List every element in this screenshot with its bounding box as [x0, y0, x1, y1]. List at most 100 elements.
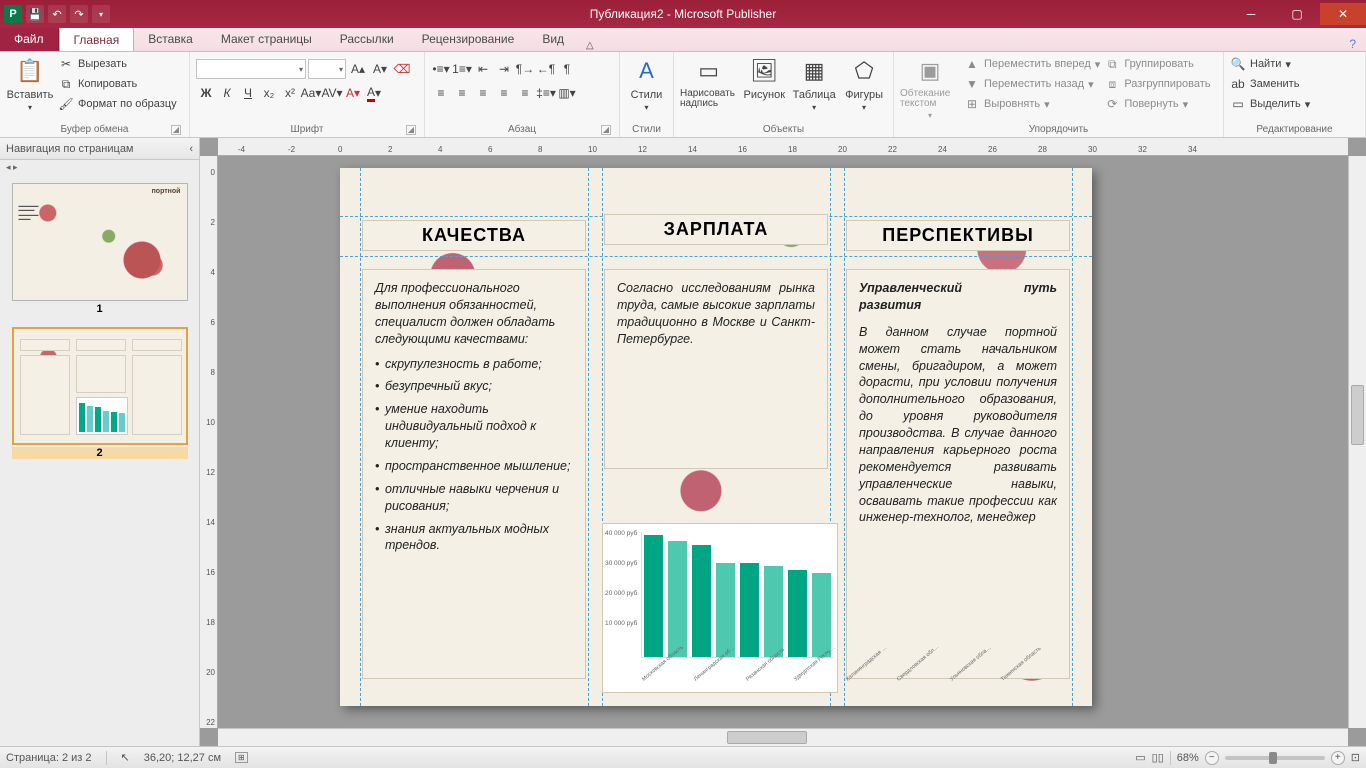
zoom-level[interactable]: 68%: [1177, 752, 1199, 764]
redo-icon[interactable]: ↷: [70, 5, 88, 23]
rtl-button[interactable]: ←¶: [536, 59, 556, 79]
styles-button[interactable]: A Стили▾: [626, 55, 667, 112]
decrease-indent-button[interactable]: ⇤: [473, 59, 493, 79]
format-painter-button[interactable]: 🖌Формат по образцу: [58, 95, 177, 113]
tab-insert[interactable]: Вставка: [134, 27, 207, 51]
send-backward-button[interactable]: ▼Переместить назад ▾: [964, 75, 1100, 93]
wrap-text-button[interactable]: ▣ Обтекание текстом▾: [900, 55, 960, 120]
cursor-icon: ↖: [121, 751, 130, 764]
zoom-out-button[interactable]: −: [1205, 751, 1219, 765]
distribute-button[interactable]: ≡: [515, 83, 535, 103]
column-qualities[interactable]: КАЧЕСТВА Для профессионального выполнени…: [362, 220, 586, 679]
char-spacing-button[interactable]: AV▾: [322, 83, 342, 103]
copy-button[interactable]: ⧉Копировать: [58, 75, 177, 93]
page[interactable]: КАЧЕСТВА Для профессионального выполнени…: [340, 168, 1092, 706]
text-effects-button[interactable]: A▾: [343, 83, 363, 103]
tab-view[interactable]: Вид: [528, 27, 578, 51]
chart-bar: [692, 545, 711, 658]
maximize-button[interactable]: ▢: [1274, 3, 1320, 25]
paragraph-dialog-icon[interactable]: ◢: [601, 125, 611, 135]
column-prospects[interactable]: ПЕРСПЕКТИВЫ Управленческий путь развития…: [846, 220, 1070, 679]
shapes-button[interactable]: ⬠ Фигуры▾: [841, 55, 887, 112]
workspace: Навигация по страницам ‹ ◂ ▸ портной ▬▬▬…: [0, 138, 1366, 746]
change-case-button[interactable]: Aa▾: [301, 83, 321, 103]
tab-page-layout[interactable]: Макет страницы: [207, 27, 326, 51]
line-spacing-button[interactable]: ‡≡▾: [536, 83, 556, 103]
tab-review[interactable]: Рецензирование: [408, 27, 529, 51]
minimize-ribbon-icon[interactable]: △: [578, 40, 602, 51]
font-family-dropdown[interactable]: [196, 59, 306, 79]
rotate-icon: ⟳: [1104, 96, 1120, 112]
subscript-button[interactable]: x₂: [259, 83, 279, 103]
font-color-button[interactable]: A▾: [364, 83, 384, 103]
column-salary[interactable]: ЗАРПЛАТА Согласно исследованиям рынка тр…: [604, 220, 828, 469]
select-button[interactable]: ▭Выделить ▾: [1230, 95, 1310, 113]
underline-button[interactable]: Ч: [238, 83, 258, 103]
scrollbar-horizontal[interactable]: [218, 728, 1348, 746]
view-spread-icon[interactable]: ▯▯: [1152, 751, 1164, 764]
fit-page-icon[interactable]: ⊡: [1351, 751, 1360, 764]
grow-font-button[interactable]: A▴: [348, 59, 368, 79]
ribbon: 📋 Вставить ▾ ✂Вырезать ⧉Копировать 🖌Форм…: [0, 52, 1366, 138]
tab-mailings[interactable]: Рассылки: [326, 27, 408, 51]
align-left-button[interactable]: ≡: [431, 83, 451, 103]
shrink-font-button[interactable]: A▾: [370, 59, 390, 79]
tab-home[interactable]: Главная: [59, 27, 135, 51]
group-editing: 🔍Найти ▾ abЗаменить ▭Выделить ▾ Редактир…: [1224, 52, 1366, 137]
ltr-button[interactable]: ¶→: [515, 59, 535, 79]
group-button[interactable]: ⧉Группировать: [1104, 55, 1210, 73]
columns-button[interactable]: ▥▾: [557, 83, 577, 103]
justify-button[interactable]: ≡: [494, 83, 514, 103]
font-size-dropdown[interactable]: [308, 59, 346, 79]
list-item: знания актуальных модных трендов.: [375, 521, 573, 555]
view-single-icon[interactable]: ▭: [1135, 751, 1145, 764]
italic-button[interactable]: К: [217, 83, 237, 103]
zoom-slider[interactable]: [1225, 756, 1325, 760]
scrollbar-vertical[interactable]: [1348, 156, 1366, 728]
find-button[interactable]: 🔍Найти ▾: [1230, 55, 1310, 73]
align-center-button[interactable]: ≡: [452, 83, 472, 103]
close-button[interactable]: ✕: [1320, 3, 1366, 25]
ungroup-button[interactable]: ⧈Разгруппировать: [1104, 75, 1210, 93]
nav-collapse-icon[interactable]: ‹: [189, 143, 193, 155]
align-button[interactable]: ⊞Выровнять ▾: [964, 95, 1100, 113]
canvas[interactable]: -4-20246810121416182022242628303234 0246…: [200, 138, 1366, 746]
superscript-button[interactable]: x²: [280, 83, 300, 103]
salary-chart[interactable]: Московская областьЛенинградская об…Рязан…: [602, 523, 838, 693]
page-thumbnail-1[interactable]: портной ▬▬▬▬▬▬▬▬▬▬▬▬▬▬▬▬▬ 1: [12, 183, 188, 315]
nav-expand-icon[interactable]: ◂ ▸: [0, 160, 199, 175]
save-icon[interactable]: 💾: [26, 5, 44, 23]
chart-ytick: 20 000 руб: [605, 590, 637, 597]
textbox-button[interactable]: ▭ Нарисовать надпись: [680, 55, 737, 109]
pilcrow-button[interactable]: ¶: [557, 59, 577, 79]
help-icon[interactable]: ?: [1339, 37, 1366, 51]
increase-indent-button[interactable]: ⇥: [494, 59, 514, 79]
align-right-button[interactable]: ≡: [473, 83, 493, 103]
qat-customize-icon[interactable]: ▾: [92, 5, 110, 23]
paste-button[interactable]: 📋 Вставить ▾: [6, 55, 54, 112]
list-item: скрупулезность в работе;: [375, 356, 573, 373]
page-thumbnail-2[interactable]: 2: [12, 327, 188, 459]
file-tab[interactable]: Файл: [0, 27, 59, 51]
thumb-1-label: 1: [12, 303, 188, 315]
paste-icon: 📋: [14, 55, 46, 87]
replace-button[interactable]: abЗаменить: [1230, 75, 1310, 93]
bring-forward-button[interactable]: ▲Переместить вперед ▾: [964, 55, 1100, 73]
numbering-button[interactable]: 1≡▾: [452, 59, 472, 79]
picture-button[interactable]: 🖼 Рисунок: [741, 55, 787, 101]
minimize-button[interactable]: ─: [1228, 3, 1274, 25]
table-button[interactable]: ▦ Таблица▾: [791, 55, 837, 112]
zoom-in-button[interactable]: +: [1331, 751, 1345, 765]
clipboard-dialog-icon[interactable]: ◢: [171, 125, 181, 135]
cut-button[interactable]: ✂Вырезать: [58, 55, 177, 73]
bullets-button[interactable]: •≡▾: [431, 59, 451, 79]
group-font: A▴ A▾ ⌫ Ж К Ч x₂ x² Aa▾ AV▾ A▾ A▾ Шрифт◢: [190, 52, 425, 137]
undo-icon[interactable]: ↶: [48, 5, 66, 23]
bold-button[interactable]: Ж: [196, 83, 216, 103]
clear-format-button[interactable]: ⌫: [392, 59, 412, 79]
list-item: безупречный вкус;: [375, 378, 573, 395]
font-dialog-icon[interactable]: ◢: [406, 125, 416, 135]
rotate-button[interactable]: ⟳Повернуть ▾: [1104, 95, 1210, 113]
page-navigation-pane: Навигация по страницам ‹ ◂ ▸ портной ▬▬▬…: [0, 138, 200, 746]
format-painter-icon: 🖌: [58, 96, 74, 112]
